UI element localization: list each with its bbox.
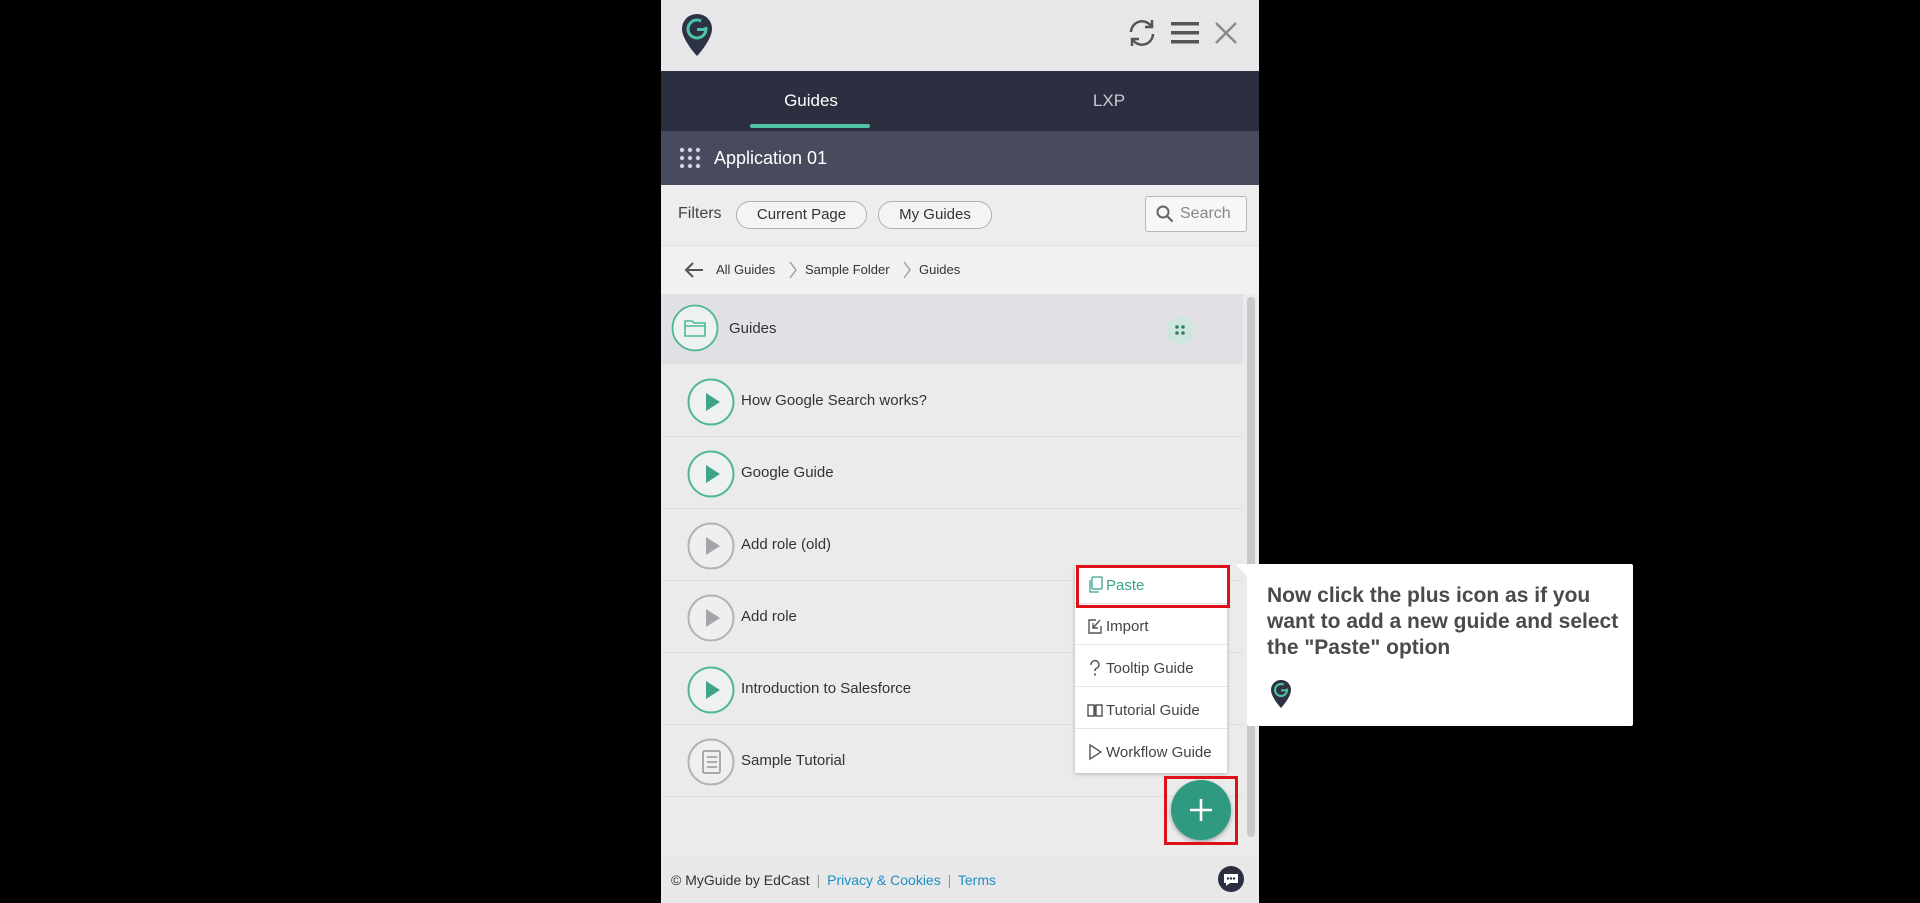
myguide-logo-icon [682, 14, 712, 56]
application-bar: Application 01 [661, 131, 1259, 185]
breadcrumb-sample-folder[interactable]: Sample Folder [805, 262, 890, 277]
filter-my-guides[interactable]: My Guides [878, 201, 992, 229]
import-icon [1088, 619, 1102, 634]
guide-title: How Google Search works? [741, 392, 927, 409]
guide-title: Add role (old) [741, 536, 832, 553]
footer-text: © MyGuide by EdCast | Privacy & Cookies … [671, 872, 996, 888]
filter-current-page[interactable]: Current Page [736, 201, 867, 229]
guide-panel: Guides LXP Application 01 Filters Curren… [661, 0, 1259, 903]
guide-title: Sample Tutorial [741, 752, 846, 769]
filters-bar: Filters Current Page My Guides Search [661, 185, 1259, 246]
active-tab-indicator [750, 124, 870, 128]
refresh-icon[interactable] [1125, 16, 1159, 50]
tutorial-icon[interactable] [687, 738, 735, 786]
tab-lxp[interactable]: LXP [959, 71, 1259, 131]
guide-title: Introduction to Salesforce [741, 680, 912, 697]
footer-separator: | [947, 872, 952, 888]
copyright: © MyGuide by EdCast [671, 872, 810, 888]
application-title: Application 01 [714, 148, 828, 168]
paste-highlight-box [1076, 565, 1230, 608]
plus-highlight-box [1164, 776, 1238, 845]
folder-row[interactable]: Guides [661, 294, 1243, 364]
tooltip-text: Now click the plus icon as if you want t… [1267, 584, 1619, 659]
chat-icon[interactable] [1217, 865, 1245, 893]
folder-icon [671, 304, 719, 352]
instruction-tooltip: Now click the plus icon as if you want t… [1235, 564, 1633, 726]
guide-title: Add role [741, 608, 797, 625]
play-icon[interactable] [687, 666, 735, 714]
myguide-logo-icon [1271, 680, 1291, 708]
panel-footer: © MyGuide by EdCast | Privacy & Cookies … [661, 855, 1259, 903]
panel-header [661, 0, 1259, 71]
search-placeholder: Search [1180, 205, 1231, 222]
breadcrumb-guides: Guides [919, 262, 961, 277]
apps-grid-icon[interactable] [678, 146, 702, 170]
play-icon[interactable] [687, 594, 735, 642]
chevron-right-icon [789, 261, 797, 279]
breadcrumb: All Guides Sample Folder Guides [661, 246, 1259, 294]
menu-item-workflow-guide[interactable]: Workflow Guide [1075, 733, 1227, 771]
guide-row[interactable]: Google Guide [661, 436, 1243, 509]
search-input[interactable]: Search [1145, 196, 1247, 232]
chevron-right-icon [903, 261, 911, 279]
menu-item-import[interactable]: Import [1075, 607, 1227, 645]
close-icon[interactable] [1209, 16, 1243, 50]
drag-handle-icon[interactable] [1166, 316, 1194, 344]
search-icon [1156, 205, 1174, 223]
terms-link[interactable]: Terms [958, 872, 996, 888]
back-arrow-icon[interactable] [683, 260, 705, 280]
guide-row[interactable]: How Google Search works? [661, 364, 1243, 437]
folder-label: Guides [729, 320, 777, 337]
footer-separator: | [816, 872, 821, 888]
play-icon[interactable] [687, 450, 735, 498]
filters-label: Filters [678, 205, 722, 222]
menu-label: Tooltip Guide [1106, 660, 1194, 677]
breadcrumb-all-guides[interactable]: All Guides [716, 262, 775, 277]
privacy-link[interactable]: Privacy & Cookies [827, 872, 941, 888]
hamburger-menu-icon[interactable] [1168, 16, 1202, 50]
play-outline-icon [1089, 743, 1103, 761]
guide-title: Google Guide [741, 464, 834, 481]
book-icon [1087, 704, 1103, 717]
menu-item-tutorial-guide[interactable]: Tutorial Guide [1075, 691, 1227, 729]
tab-guides[interactable]: Guides [661, 71, 961, 131]
play-icon[interactable] [687, 378, 735, 426]
play-icon[interactable] [687, 522, 735, 570]
question-icon [1090, 659, 1100, 676]
menu-label: Import [1106, 618, 1149, 635]
menu-item-tooltip-guide[interactable]: Tooltip Guide [1075, 649, 1227, 687]
menu-label: Workflow Guide [1106, 744, 1212, 761]
tab-bar: Guides LXP [661, 71, 1259, 131]
menu-label: Tutorial Guide [1106, 702, 1200, 719]
tooltip-arrow [1235, 564, 1247, 576]
